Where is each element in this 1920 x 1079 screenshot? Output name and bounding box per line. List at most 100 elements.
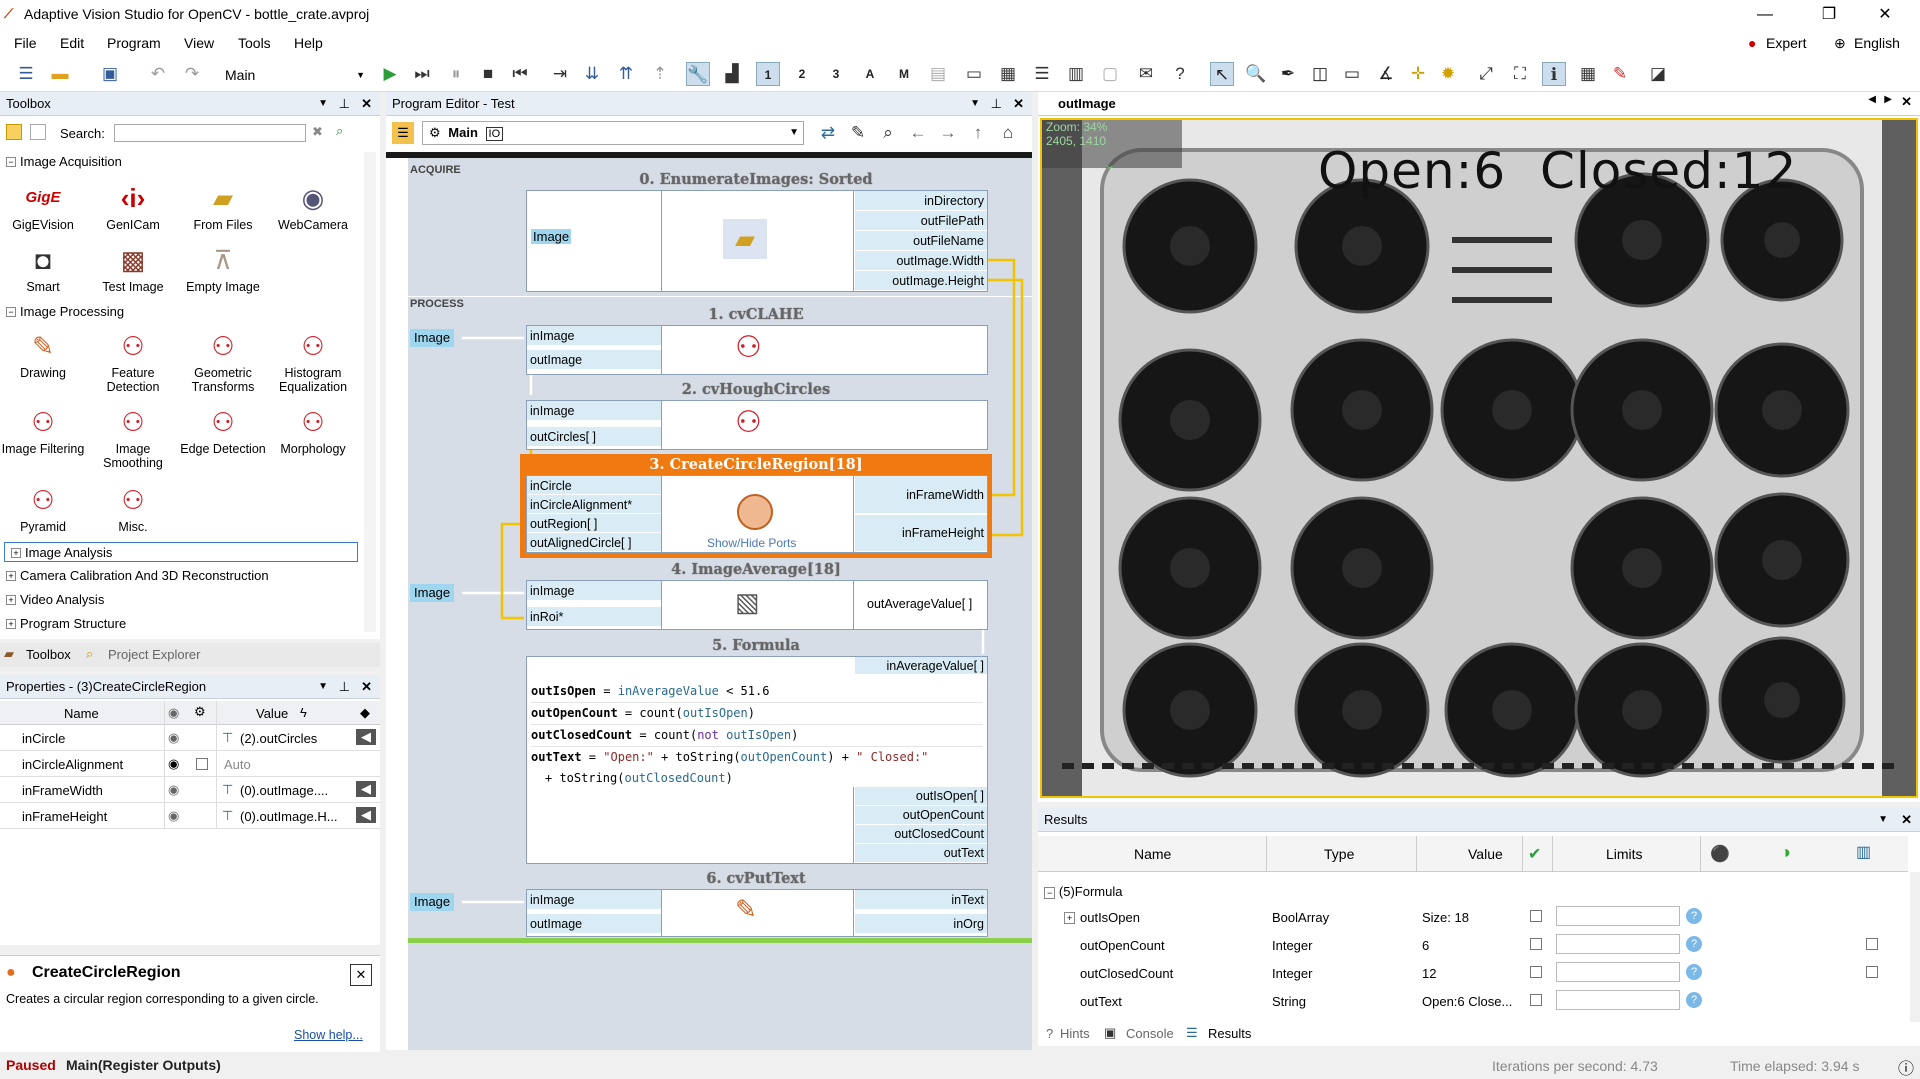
image-input-tag[interactable]: Image (410, 893, 455, 911)
result-row[interactable]: + outIsOpen BoolArray Size: 18 ? (1038, 904, 1908, 932)
checkbox[interactable] (1530, 994, 1542, 1006)
port-in-image[interactable]: inImage (527, 890, 661, 910)
angle-icon[interactable]: ∡ (1374, 62, 1398, 86)
node-enumerate-images[interactable]: Image ▰ inDirectory outFilePath outFileN… (526, 190, 988, 292)
minimize-button[interactable]: — (1742, 0, 1788, 30)
port-in-org[interactable]: inOrg (855, 914, 987, 934)
expand-icon[interactable]: + (1064, 912, 1076, 924)
port-out-circles[interactable]: outCircles[ ] (527, 427, 661, 447)
image-canvas[interactable]: Zoom: 34% 2405, 1410 ⌄ Open:6 Closed:12 (1040, 118, 1918, 798)
col-value: Value (1468, 846, 1503, 862)
limits-input[interactable] (1556, 934, 1680, 954)
clear-icon[interactable]: ✎ (1608, 62, 1632, 86)
port-out-file-path[interactable]: outFilePath (855, 211, 987, 231)
port-out-image-height[interactable]: outImage.Height (855, 271, 987, 291)
port-in-text[interactable]: inText (855, 890, 987, 910)
port-out-average-value[interactable]: outAverageValue[ ] (867, 597, 972, 611)
chevron-down-icon[interactable]: ▼ (1878, 808, 1888, 832)
tab-prev-icon[interactable]: ◀ (1868, 94, 1876, 105)
checkbox[interactable] (1530, 966, 1542, 978)
help-icon[interactable]: ? (1686, 936, 1702, 952)
port-in-image[interactable]: inImage (527, 326, 661, 346)
node-cvhoughcircles[interactable]: inImage outCircles[ ] ⚇ (526, 400, 988, 450)
chart-checkbox[interactable] (1866, 938, 1878, 950)
node-create-circle-region[interactable]: inCircle inCircleAlignment* outRegion[ ]… (526, 475, 988, 553)
hmi-icon[interactable]: ▢ (1098, 62, 1122, 86)
limits-input[interactable] (1556, 990, 1680, 1010)
expert-mode-button[interactable]: Expert (1766, 35, 1806, 51)
port-out-open-count[interactable]: outOpenCount (855, 806, 987, 825)
help-icon[interactable]: ? (1168, 62, 1192, 86)
tab-hints[interactable]: Hints (1060, 1026, 1090, 1041)
ruler-icon[interactable]: ▭ (1340, 62, 1364, 86)
node-formula[interactable]: inAverageValue[ ] outIsOpen = inAverageV… (526, 656, 988, 864)
limits-input[interactable] (1556, 906, 1680, 926)
image-input-tag[interactable]: Image (410, 584, 455, 602)
port-in-frame-width[interactable]: inFrameWidth (855, 476, 987, 514)
mail-icon[interactable]: ✉ (1134, 62, 1158, 86)
language-button[interactable]: English (1854, 35, 1900, 51)
close-window-button[interactable]: ✕ (1862, 0, 1908, 30)
port-out-text[interactable]: outText (855, 844, 987, 863)
results-group[interactable]: − (5)Formula (1044, 884, 1122, 899)
help-icon[interactable]: ? (1686, 964, 1702, 980)
port-in-circle[interactable]: inCircle (527, 476, 661, 495)
show-help-link[interactable]: Show help... (294, 1028, 363, 1042)
chart-icon: ▥ (1856, 844, 1872, 861)
expand-overlay-icon[interactable]: ⌄ (1104, 156, 1116, 173)
result-row[interactable]: outOpenCount Integer 6 ? (1038, 932, 1908, 960)
help-icon[interactable]: ? (1686, 908, 1702, 924)
help-icon[interactable]: ? (1686, 992, 1702, 1008)
port-in-image[interactable]: inImage (527, 401, 661, 421)
show-hide-ports-link[interactable]: Show/Hide Ports (707, 536, 796, 550)
pointer-icon[interactable]: ↖ (1210, 62, 1234, 86)
checkbox[interactable] (1530, 938, 1542, 950)
port-out-region[interactable]: outRegion[ ] (527, 514, 661, 533)
info-icon[interactable]: ℹ (1542, 62, 1566, 86)
chart-checkbox[interactable] (1866, 966, 1878, 978)
close-icon[interactable]: ✕ (1901, 94, 1912, 110)
full-view-icon[interactable]: ⛶ (1508, 62, 1532, 86)
tab-console[interactable]: Console (1126, 1026, 1174, 1041)
overlay-icon[interactable]: ▦ (1576, 62, 1600, 86)
target-icon[interactable]: ✹ (1436, 62, 1460, 86)
formula-code[interactable]: outIsOpen = inAverageValue < 51.6 outOpe… (531, 681, 983, 789)
image-input-tag[interactable]: Image (410, 329, 455, 347)
port-out-closed-count[interactable]: outClosedCount (855, 825, 987, 844)
port-image[interactable]: Image (531, 229, 572, 244)
limits-input[interactable] (1556, 962, 1680, 982)
result-row[interactable]: outClosedCount Integer 12 ? (1038, 960, 1908, 988)
port-out-file-name[interactable]: outFileName (855, 231, 987, 251)
checkbox[interactable] (1530, 910, 1542, 922)
node-cvclahe[interactable]: inImage outImage ⚇ (526, 325, 988, 375)
maximize-button[interactable]: ❐ (1806, 0, 1852, 30)
port-in-directory[interactable]: inDirectory (855, 191, 987, 211)
snapshot-icon[interactable]: ◫ (1308, 62, 1332, 86)
port-out-image[interactable]: outImage (527, 914, 661, 934)
port-out-image-width[interactable]: outImage.Width (855, 251, 987, 271)
port-out-aligned-circle[interactable]: outAlignedCircle[ ] (527, 533, 661, 552)
tab-outimage[interactable]: outImage (1058, 96, 1116, 111)
port-in-average-value[interactable]: inAverageValue[ ] (855, 657, 987, 675)
tab-next-icon[interactable]: ▶ (1884, 94, 1892, 105)
zoom-icon[interactable]: 🔍 (1244, 62, 1268, 86)
port-out-image[interactable]: outImage (527, 350, 661, 370)
port-in-image[interactable]: inImage (527, 581, 661, 601)
port-in-roi[interactable]: inRoi* (527, 607, 661, 627)
layout-cols-icon[interactable]: ▥ (1064, 62, 1088, 86)
port-out-is-open[interactable]: outIsOpen[ ] (855, 787, 987, 806)
tab-results[interactable]: Results (1208, 1026, 1251, 1041)
fit-icon[interactable]: ⤢ (1474, 62, 1498, 86)
port-in-frame-height[interactable]: inFrameHeight (855, 515, 987, 552)
info-icon[interactable]: ⓘ (1898, 1055, 1914, 1079)
close-icon[interactable]: ✕ (1901, 808, 1912, 832)
results-scrollbar[interactable] (1910, 872, 1920, 1022)
crosshair-icon[interactable]: ✛ (1406, 62, 1430, 86)
node-cvputtext[interactable]: inImage outImage ✎ inText inOrg (526, 889, 988, 937)
pipette-icon[interactable]: ✒ (1276, 62, 1300, 86)
results-title: Results (1044, 812, 1088, 827)
node-image-average[interactable]: inImage inRoi* ▧ outAverageValue[ ] (526, 580, 988, 630)
crop-icon[interactable]: ◪ (1646, 62, 1670, 86)
result-row[interactable]: outText String Open:6 Close... ? (1038, 988, 1908, 1016)
port-in-circle-alignment[interactable]: inCircleAlignment* (527, 495, 661, 514)
